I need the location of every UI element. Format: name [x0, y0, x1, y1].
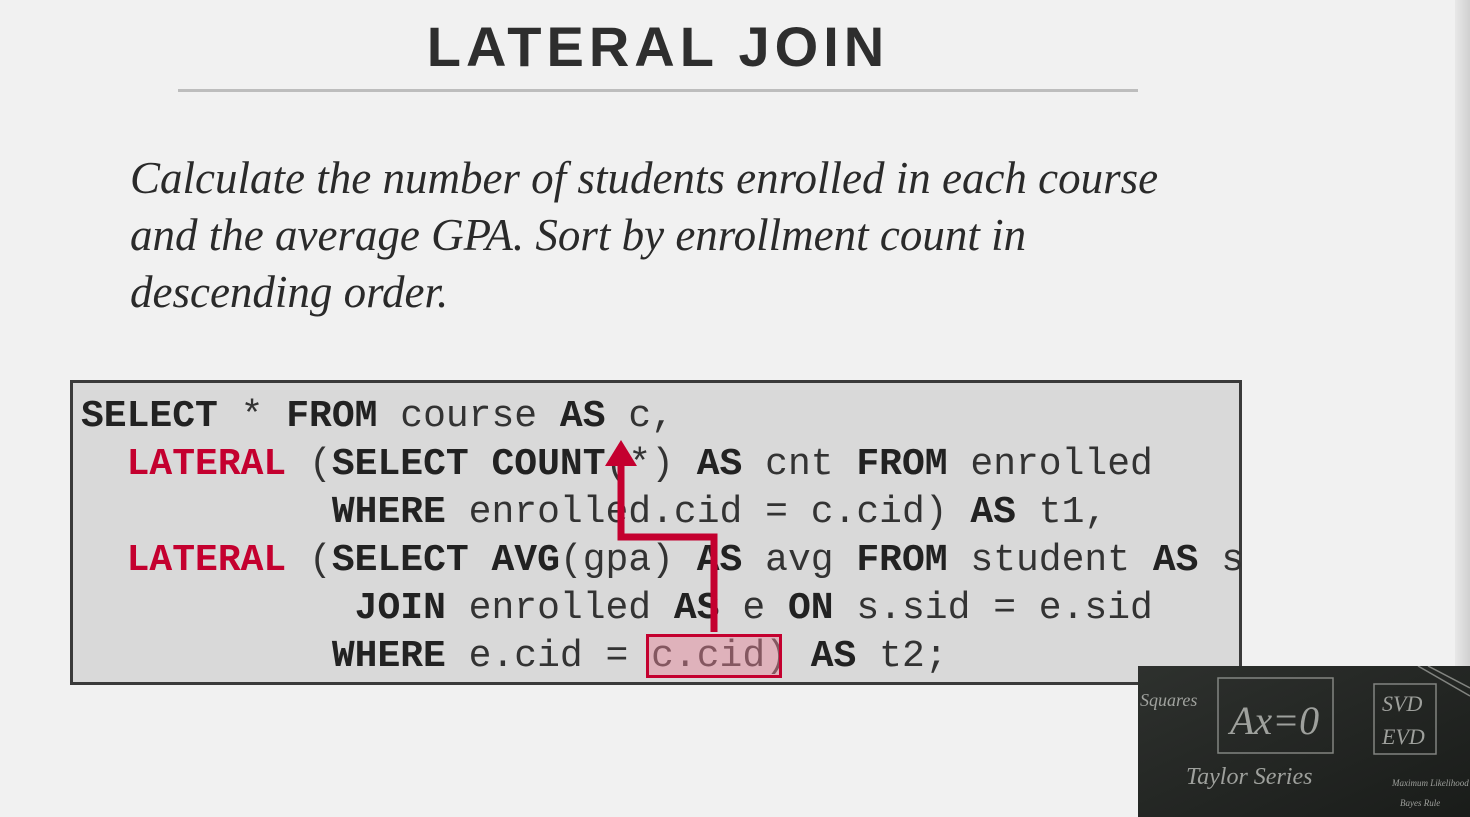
prompt-line: Calculate the number of students enrolle… — [130, 153, 1159, 203]
code-text: enrolled — [445, 587, 674, 630]
code-line-4: LATERAL (SELECT AVG(gpa) AS avg FROM stu… — [81, 537, 1244, 585]
code-text: course — [377, 395, 560, 438]
code-text: e — [719, 587, 788, 630]
chalk-text: Ax=0 — [1227, 698, 1319, 743]
code-keyword: FROM — [856, 539, 948, 582]
slide-prompt: Calculate the number of students enrolle… — [130, 150, 1230, 321]
slide-title: LATERAL JOIN — [426, 15, 890, 78]
code-keyword-lateral: LATERAL — [126, 443, 287, 486]
code-text: enrolled — [947, 443, 1153, 486]
chalk-text: Maximum Likelihood — [1391, 778, 1469, 788]
code-keyword: WHERE — [331, 635, 446, 678]
code-line-6: WHERE e.cid = c.cid) AS t2; — [81, 633, 948, 681]
code-line-3: WHERE enrolled.cid = c.cid) AS t1, — [81, 489, 1107, 537]
chalk-text: Squares — [1140, 690, 1197, 710]
code-keyword: WHERE — [331, 491, 446, 534]
code-keyword: AS — [559, 395, 606, 438]
chalk-text: Bayes Rule — [1400, 798, 1440, 808]
code-keyword: SELECT COUNT — [331, 443, 606, 486]
code-keyword: AS — [696, 443, 743, 486]
code-keyword: AS — [696, 539, 743, 582]
code-keyword: AS — [1152, 539, 1199, 582]
code-text: s — [1198, 539, 1245, 582]
lecturer-video-thumbnail[interactable]: Squares Ax=0 SVD EVD Taylor Series Maxim… — [1138, 666, 1470, 817]
code-keyword: AS — [673, 587, 720, 630]
code-text: student — [947, 539, 1153, 582]
code-keyword: JOIN — [354, 587, 446, 630]
slide-edge — [1455, 0, 1470, 666]
slide: LATERAL JOIN Calculate the number of stu… — [0, 0, 1470, 817]
prompt-line: and the average GPA. Sort by enrollment … — [130, 210, 1027, 260]
code-text: ( — [286, 539, 332, 582]
code-text: avg — [742, 539, 857, 582]
code-keyword: AS — [810, 635, 857, 678]
code-text: t1, — [1015, 491, 1108, 534]
code-text: (gpa) — [559, 539, 697, 582]
chalk-text: EVD — [1381, 724, 1425, 749]
code-text: t2; — [856, 635, 948, 678]
code-keyword: FROM — [286, 395, 378, 438]
code-keyword-lateral: LATERAL — [126, 539, 287, 582]
code-keyword: FROM — [856, 443, 948, 486]
code-keyword: SELECT — [81, 395, 218, 438]
code-text: enrolled.cid = c.cid) — [445, 491, 971, 534]
chalk-text: SVD — [1382, 691, 1422, 716]
code-text: ( — [286, 443, 332, 486]
code-line-5: JOIN enrolled AS e ON s.sid = e.sid — [81, 585, 1153, 633]
chalkboard-image: Squares Ax=0 SVD EVD Taylor Series Maxim… — [1138, 666, 1470, 817]
code-text: * — [217, 395, 287, 438]
code-text: c, — [605, 395, 674, 438]
code-line-1: SELECT * FROM course AS c, — [81, 393, 674, 441]
code-keyword: AS — [970, 491, 1016, 534]
chalk-text: Taylor Series — [1186, 764, 1312, 790]
code-text: (*) — [605, 443, 697, 486]
code-text: s.sid = e.sid — [833, 587, 1153, 630]
title-divider — [178, 89, 1138, 92]
c-cid-highlight — [646, 634, 782, 678]
prompt-line: descending order. — [130, 267, 449, 317]
code-line-2: LATERAL (SELECT COUNT(*) AS cnt FROM enr… — [81, 441, 1153, 489]
code-keyword: SELECT AVG — [331, 539, 560, 582]
code-keyword: ON — [787, 587, 834, 630]
code-text: cnt — [742, 443, 857, 486]
